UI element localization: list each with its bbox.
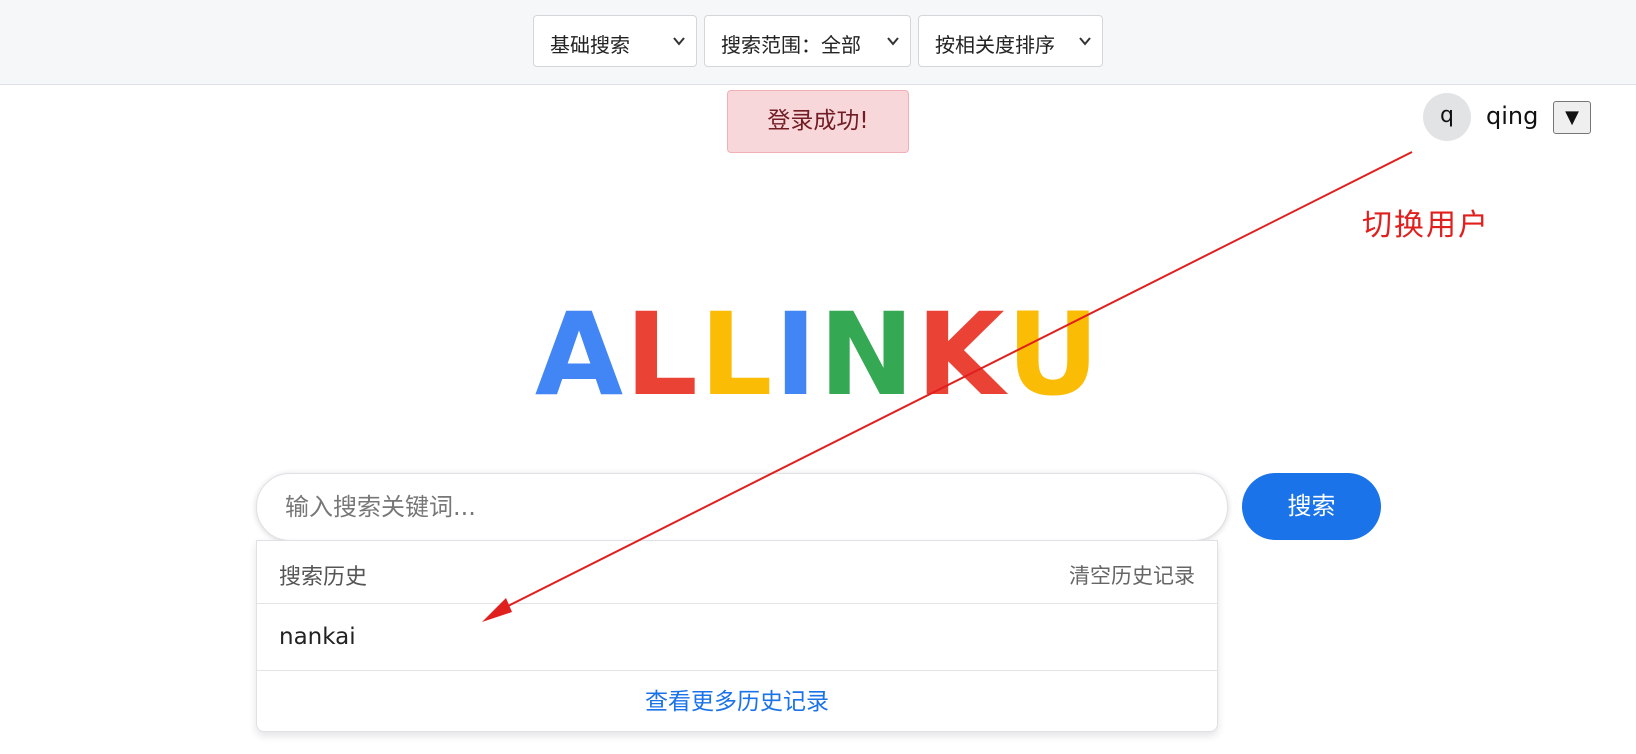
login-success-alert: 登录成功! [727,90,909,153]
search-history-dropdown: 搜索历史 清空历史记录 nankai 查看更多历史记录 [256,540,1218,732]
logo-letter: L [699,288,775,421]
history-item-text: nankai [279,624,356,650]
sort-order-value: 按相关度排序 [935,33,1055,57]
allinku-logo: ALLINKU [0,290,1636,420]
logo-letter: A [534,288,626,421]
logo-letter: L [625,288,700,421]
chevron-down-icon [887,37,899,46]
search-button[interactable]: 搜索 [1242,473,1381,540]
logo-letter: U [1006,288,1102,421]
history-header: 搜索历史 清空历史记录 [257,541,1217,604]
user-menu-toggle-button[interactable]: ▼ [1553,101,1591,134]
avatar[interactable]: q [1423,93,1471,141]
sort-order-select[interactable]: 按相关度排序 [918,15,1103,67]
top-filter-bar: 基础搜索 搜索范围：全部 按相关度排序 [0,0,1636,85]
search-scope-select[interactable]: 搜索范围：全部 [704,15,911,67]
logo-letter: K [916,288,1007,421]
logo-letter: I [774,288,819,421]
annotation-switch-user-label: 切换用户 [1362,208,1490,243]
logo-letter: N [818,288,917,421]
history-title: 搜索历史 [279,565,368,590]
search-scope-value: 搜索范围：全部 [721,33,861,57]
search-mode-select[interactable]: 基础搜索 [533,15,697,67]
username[interactable]: qing [1486,102,1538,130]
chevron-down-icon [1079,37,1091,46]
view-more-history-link[interactable]: 查看更多历史记录 [257,671,1217,731]
chevron-down-icon [673,37,685,46]
search-mode-value: 基础搜索 [550,33,630,57]
search-input[interactable] [256,473,1228,541]
clear-history-button[interactable]: 清空历史记录 [1069,560,1195,590]
history-item[interactable]: nankai [257,604,1217,671]
